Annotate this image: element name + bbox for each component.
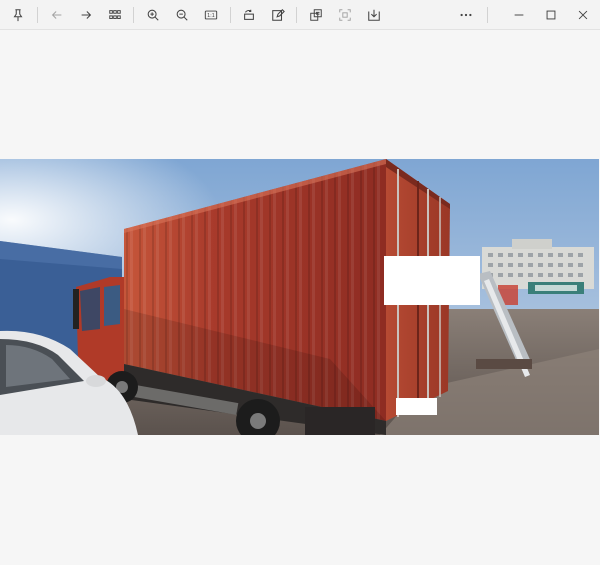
pin-icon[interactable] — [6, 3, 30, 27]
toolbar-divider — [296, 7, 297, 23]
zoom-out-icon[interactable] — [170, 3, 194, 27]
edit-icon[interactable] — [266, 3, 290, 27]
grid-icon[interactable] — [103, 3, 127, 27]
toolbar-divider — [133, 7, 134, 23]
photo — [0, 159, 599, 435]
copy-icon[interactable] — [304, 3, 328, 27]
redacted-region — [396, 398, 437, 415]
rotate-icon[interactable] — [237, 3, 261, 27]
redacted-region — [384, 256, 480, 305]
actual-size-label: 1:1 — [207, 13, 215, 19]
maximize-icon[interactable] — [539, 3, 563, 27]
toolbar-divider — [487, 7, 488, 23]
save-icon[interactable] — [362, 3, 386, 27]
zoom-in-icon[interactable] — [141, 3, 165, 27]
viewer-toolbar: 1:1 — [0, 0, 600, 30]
fit-screen-icon[interactable] — [333, 3, 357, 27]
toolbar-divider — [230, 7, 231, 23]
minimize-icon[interactable] — [507, 3, 531, 27]
arrow-left-icon[interactable] — [45, 3, 69, 27]
toolbar-divider — [37, 7, 38, 23]
actual-size-button[interactable]: 1:1 — [199, 3, 223, 27]
more-icon[interactable] — [454, 3, 478, 27]
arrow-right-icon[interactable] — [74, 3, 98, 27]
close-icon[interactable] — [571, 3, 595, 27]
